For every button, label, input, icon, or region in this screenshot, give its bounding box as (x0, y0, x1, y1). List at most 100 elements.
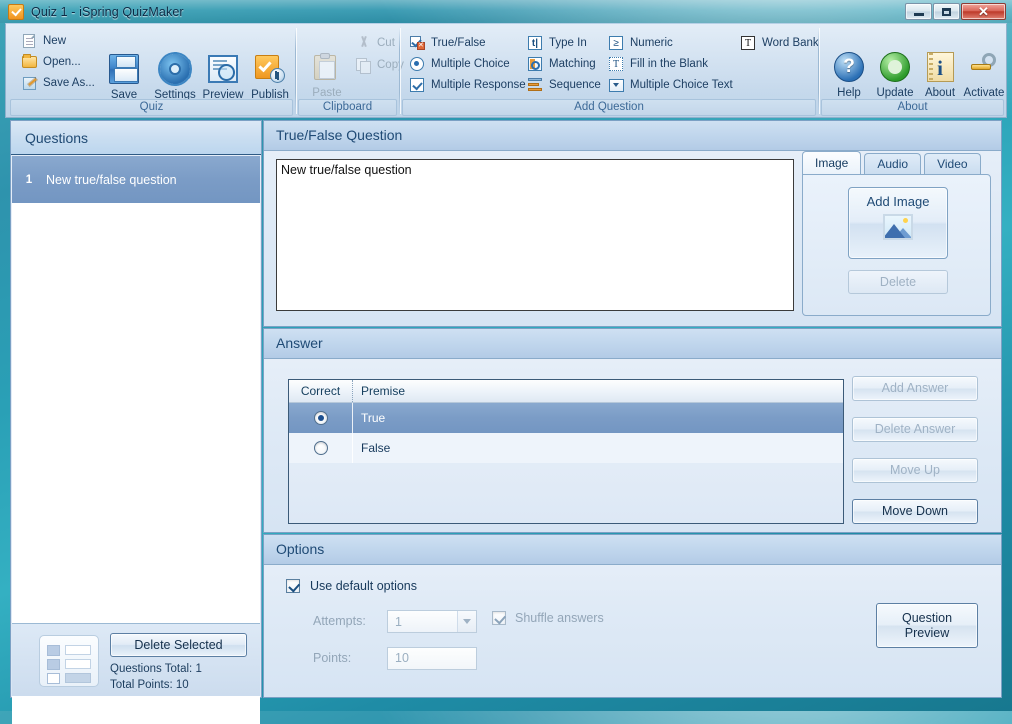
maximize-icon (942, 7, 951, 16)
main-content-area: Questions 1 New true/false question Dele… (5, 120, 1007, 724)
question-section-header: True/False Question (264, 121, 1001, 151)
move-down-button[interactable]: Move Down (852, 499, 978, 524)
minimize-button[interactable] (905, 3, 932, 20)
question-title: New true/false question (46, 172, 177, 187)
shuffle-answers-label: Shuffle answers (515, 611, 604, 625)
add-numeric-button[interactable]: ≥ Numeric (607, 34, 673, 52)
numeric-label: Numeric (630, 37, 673, 49)
new-document-icon (20, 33, 38, 49)
question-preview-button[interactable]: Question Preview (876, 603, 978, 648)
fill-in-the-blank-label: Fill in the Blank (630, 58, 708, 70)
chevron-down-icon[interactable] (457, 611, 476, 632)
add-type-in-button[interactable]: t| Type In (526, 34, 587, 52)
table-row[interactable]: False (289, 433, 843, 463)
close-icon: ✕ (978, 4, 989, 19)
gear-icon (151, 50, 199, 88)
total-points-label: Total Points: 10 (110, 679, 189, 691)
column-header-correct: Correct (289, 380, 353, 402)
dropdown-icon (607, 77, 625, 93)
add-image-label: Add Image (866, 194, 930, 209)
use-default-options-row[interactable]: Use default options (286, 579, 417, 593)
true-false-label: True/False (431, 37, 486, 49)
add-matching-button[interactable]: Matching (526, 55, 596, 73)
paste-label: Paste (312, 87, 342, 99)
premise-cell[interactable]: False (353, 441, 843, 455)
premise-cell[interactable]: True (353, 411, 843, 425)
title-bar[interactable]: Quiz 1 - iSpring QuizMaker ✕ (0, 0, 1012, 23)
app-icon (8, 3, 24, 20)
ribbon-group-clipboard: Paste Cut Copy Clipboard (298, 26, 404, 117)
add-multiple-response-button[interactable]: Multiple Response (408, 76, 526, 94)
ribbon-separator (399, 28, 400, 114)
delete-selected-button[interactable]: Delete Selected (110, 633, 247, 657)
correct-cell[interactable] (289, 433, 353, 463)
about-button[interactable]: About (916, 48, 964, 99)
tab-video[interactable]: Video (924, 153, 981, 175)
question-list-thumbnail-icon (39, 635, 99, 687)
close-button[interactable]: ✕ (961, 3, 1006, 20)
question-preview-line1: Question (901, 610, 953, 625)
points-input[interactable]: 10 (387, 647, 477, 670)
ribbon-toolbar: New Open... Save As... Save Settings Pre… (5, 23, 1007, 118)
update-button[interactable]: Update (871, 48, 919, 99)
add-fill-in-the-blank-button[interactable]: T Fill in the Blank (607, 55, 708, 73)
open-button[interactable]: Open... (20, 53, 81, 71)
save-as-button[interactable]: Save As... (20, 74, 95, 92)
add-multiple-choice-text-button[interactable]: Multiple Choice Text (607, 76, 733, 94)
about-label: About (924, 87, 956, 99)
attempts-value: 1 (395, 614, 402, 629)
add-word-bank-button[interactable]: T Word Bank (739, 34, 819, 52)
multiple-response-label: Multiple Response (431, 79, 526, 91)
shuffle-answers-row[interactable]: Shuffle answers (492, 611, 604, 625)
paste-icon (301, 48, 353, 86)
correct-cell[interactable] (289, 403, 353, 433)
scissors-icon (354, 35, 372, 51)
update-refresh-icon (871, 48, 919, 86)
cut-button[interactable]: Cut (354, 34, 395, 52)
add-answer-button[interactable]: Add Answer (852, 376, 978, 401)
table-row[interactable]: True (289, 403, 843, 433)
question-text-input[interactable]: New true/false question (276, 159, 794, 311)
add-image-button[interactable]: Add Image (848, 187, 948, 259)
answer-section: Answer Correct Premise True False Add An… (263, 328, 1002, 533)
correct-radio-false[interactable] (313, 441, 328, 455)
ribbon-separator (295, 28, 296, 114)
question-number: 1 (25, 173, 33, 186)
matching-label: Matching (549, 58, 596, 70)
type-in-label: Type In (549, 37, 587, 49)
minimize-icon (913, 13, 924, 16)
help-button[interactable]: ? Help (825, 48, 873, 99)
sequence-label: Sequence (549, 79, 601, 91)
copy-button[interactable]: Copy (354, 56, 404, 74)
delete-media-button[interactable]: Delete (848, 270, 948, 294)
publish-button[interactable]: Publish (246, 50, 294, 101)
add-sequence-button[interactable]: Sequence (526, 76, 601, 94)
paste-button[interactable]: Paste (301, 48, 353, 99)
add-true-false-button[interactable]: True/False (408, 34, 486, 52)
tab-image[interactable]: Image (802, 151, 862, 175)
list-item[interactable]: 1 New true/false question (12, 156, 260, 203)
move-up-button[interactable]: Move Up (852, 458, 978, 483)
use-default-options-checkbox[interactable] (286, 579, 300, 593)
checkbox-icon (408, 77, 426, 93)
word-bank-label: Word Bank (762, 37, 819, 49)
new-button[interactable]: New (20, 32, 66, 50)
about-info-icon (916, 48, 964, 86)
settings-button[interactable]: Settings (151, 50, 199, 101)
questions-total-label: Questions Total: 1 (110, 663, 202, 675)
preview-magnifier-icon (199, 50, 247, 88)
add-multiple-choice-button[interactable]: Multiple Choice (408, 55, 510, 73)
shuffle-answers-checkbox[interactable] (492, 611, 506, 625)
save-button[interactable]: Save (100, 50, 148, 101)
correct-radio-true[interactable] (313, 411, 328, 425)
answer-grid-header: Correct Premise (289, 380, 843, 403)
use-default-options-label: Use default options (310, 579, 418, 593)
attempts-dropdown[interactable]: 1 (387, 610, 477, 633)
activate-button[interactable]: Activate (960, 48, 1008, 99)
preview-button[interactable]: Preview (199, 50, 247, 101)
help-label: Help (837, 87, 861, 99)
tab-audio[interactable]: Audio (864, 153, 922, 175)
questions-panel: Questions 1 New true/false question Dele… (10, 120, 262, 724)
delete-answer-button[interactable]: Delete Answer (852, 417, 978, 442)
maximize-button[interactable] (933, 3, 960, 20)
